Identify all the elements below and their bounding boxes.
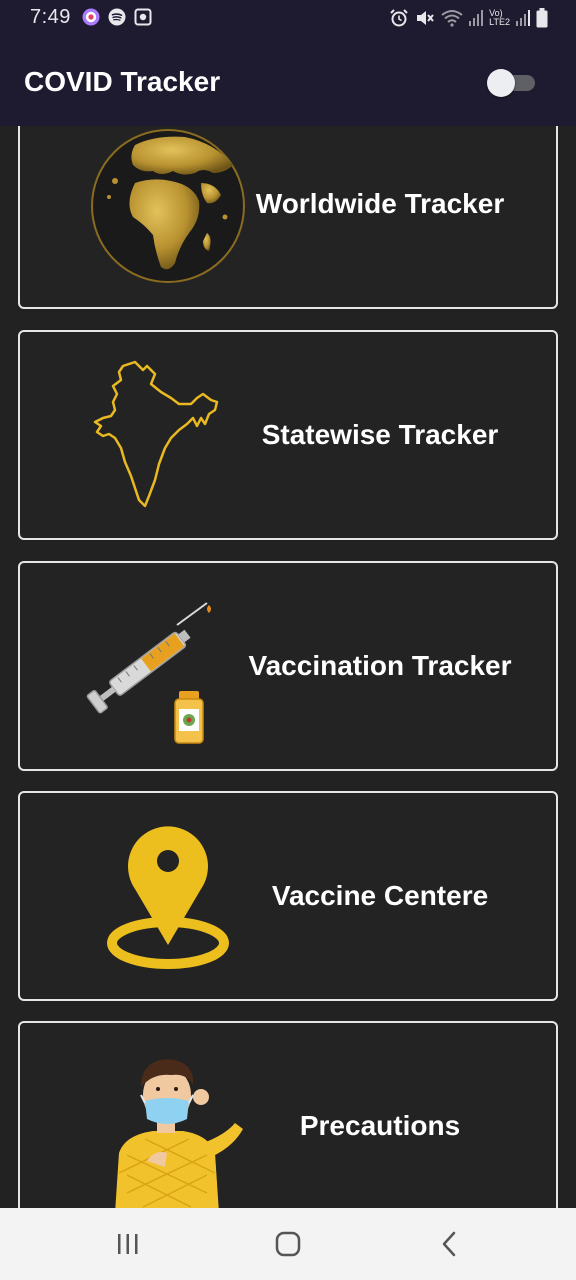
- card-label: Precautions: [299, 1110, 461, 1141]
- card-statewise-tracker[interactable]: Statewise Tracker: [18, 330, 558, 540]
- theme-toggle[interactable]: [487, 68, 537, 97]
- card-label: Worldwide Tracker: [255, 188, 505, 219]
- card-vaccination-tracker[interactable]: Vaccination Tracker: [18, 561, 558, 771]
- card-worldwide-tracker[interactable]: Worldwide Tracker: [18, 126, 558, 309]
- network-type-label: Vo) LTE2: [489, 9, 510, 27]
- syringe-vial-icon: [86, 602, 211, 744]
- signal-icon: [469, 10, 484, 26]
- back-button[interactable]: [430, 1228, 470, 1260]
- spotify-icon: [108, 8, 126, 26]
- card-precautions[interactable]: Precautions: [18, 1021, 558, 1208]
- status-bar: 7:49 Vo) LTE2: [0, 0, 576, 36]
- card-label: Vaccination Tracker: [248, 650, 512, 681]
- card-label: Statewise Tracker: [261, 419, 499, 450]
- battery-icon: [536, 8, 548, 28]
- app-bar: COVID Tracker: [0, 36, 576, 126]
- recent-apps-icon: [118, 1234, 138, 1254]
- location-pin-icon: [107, 826, 229, 969]
- screen-record-icon: [134, 8, 152, 26]
- menu-list[interactable]: Worldwide Tracker Statewise Tracker Vacc…: [0, 126, 576, 1208]
- signal-icon-2: [516, 10, 530, 26]
- status-time: 7:49: [30, 6, 71, 28]
- status-right-icons: Vo) LTE2: [389, 7, 548, 29]
- mute-icon: [417, 11, 434, 25]
- messenger-icon: [82, 8, 100, 26]
- home-icon: [275, 1231, 301, 1257]
- back-icon: [442, 1231, 456, 1257]
- system-nav-bar: [0, 1208, 576, 1280]
- home-button[interactable]: [268, 1228, 308, 1260]
- network-label-bottom: LTE2: [489, 17, 510, 27]
- toggle-thumb: [487, 69, 515, 97]
- card-vaccine-centere[interactable]: Vaccine Centere: [18, 791, 558, 1001]
- recent-apps-button[interactable]: [108, 1228, 148, 1260]
- globe-icon: [90, 128, 245, 284]
- app-title: COVID Tracker: [24, 66, 221, 97]
- wifi-icon: [441, 10, 463, 27]
- alarm-icon: [390, 9, 408, 27]
- masked-person-icon: [115, 1059, 243, 1208]
- card-label: Vaccine Centere: [271, 880, 489, 911]
- india-map-icon: [93, 360, 219, 508]
